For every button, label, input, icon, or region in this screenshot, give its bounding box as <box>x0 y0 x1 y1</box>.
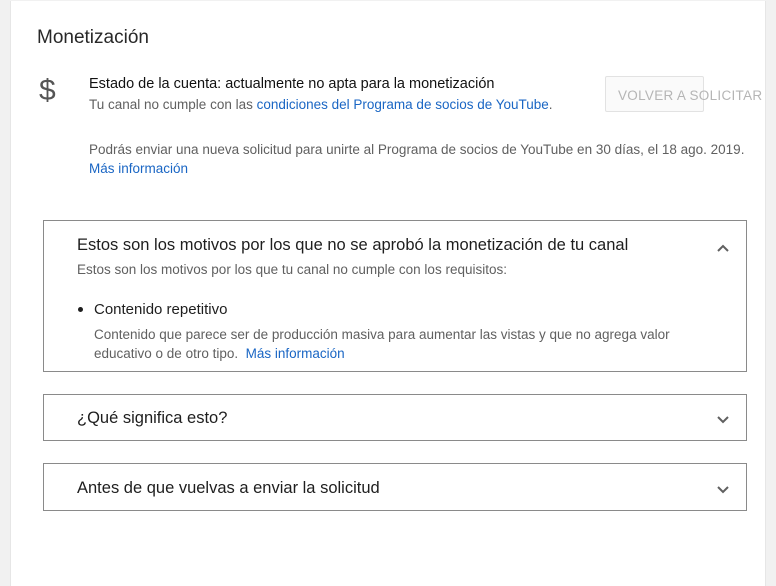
status-detail-prefix: Tu canal no cumple con las <box>89 97 257 112</box>
dollar-icon: $ <box>39 74 56 107</box>
panel-title: ¿Qué significa esto? <box>77 409 228 427</box>
account-status-detail: Tu canal no cumple con las condiciones d… <box>89 97 553 112</box>
before-reapply-panel[interactable]: Antes de que vuelvas a enviar la solicit… <box>43 463 747 511</box>
reapply-button[interactable]: Volver a solicitar <box>605 76 762 112</box>
rejection-reasons-panel[interactable]: Estos son los motivos por los que no se … <box>43 220 747 372</box>
what-this-means-panel[interactable]: ¿Qué significa esto? <box>43 394 747 441</box>
section-title: Monetización <box>37 27 149 48</box>
chevron-down-icon[interactable] <box>716 413 730 427</box>
more-info-link[interactable]: Más información <box>89 161 188 176</box>
reapply-notice: Podrás enviar una nueva solicitud para u… <box>89 140 749 178</box>
reapply-notice-text: Podrás enviar una nueva solicitud para u… <box>89 142 745 157</box>
chevron-down-icon[interactable] <box>716 483 730 497</box>
status-detail-suffix: . <box>548 97 553 112</box>
reason-more-info-link[interactable]: Más información <box>246 346 345 361</box>
account-status: Estado de la cuenta: actualmente no apta… <box>89 76 495 92</box>
panel-title: Estos son los motivos por los que no se … <box>77 236 629 254</box>
reason-title: Contenido repetitivo <box>94 301 228 318</box>
panel-title: Antes de que vuelvas a enviar la solicit… <box>77 479 380 497</box>
reason-description-text: Contenido que parece ser de producción m… <box>94 327 670 361</box>
panel-subtitle: Estos son los motivos por los que tu can… <box>77 262 507 277</box>
chevron-up-icon[interactable] <box>716 241 730 255</box>
partner-program-terms-link[interactable]: condiciones del Programa de socios de Yo… <box>257 97 549 112</box>
monetization-card: Monetización $ Estado de la cuenta: actu… <box>10 1 766 586</box>
bullet-icon <box>78 307 83 312</box>
reason-description: Contenido que parece ser de producción m… <box>94 325 714 363</box>
